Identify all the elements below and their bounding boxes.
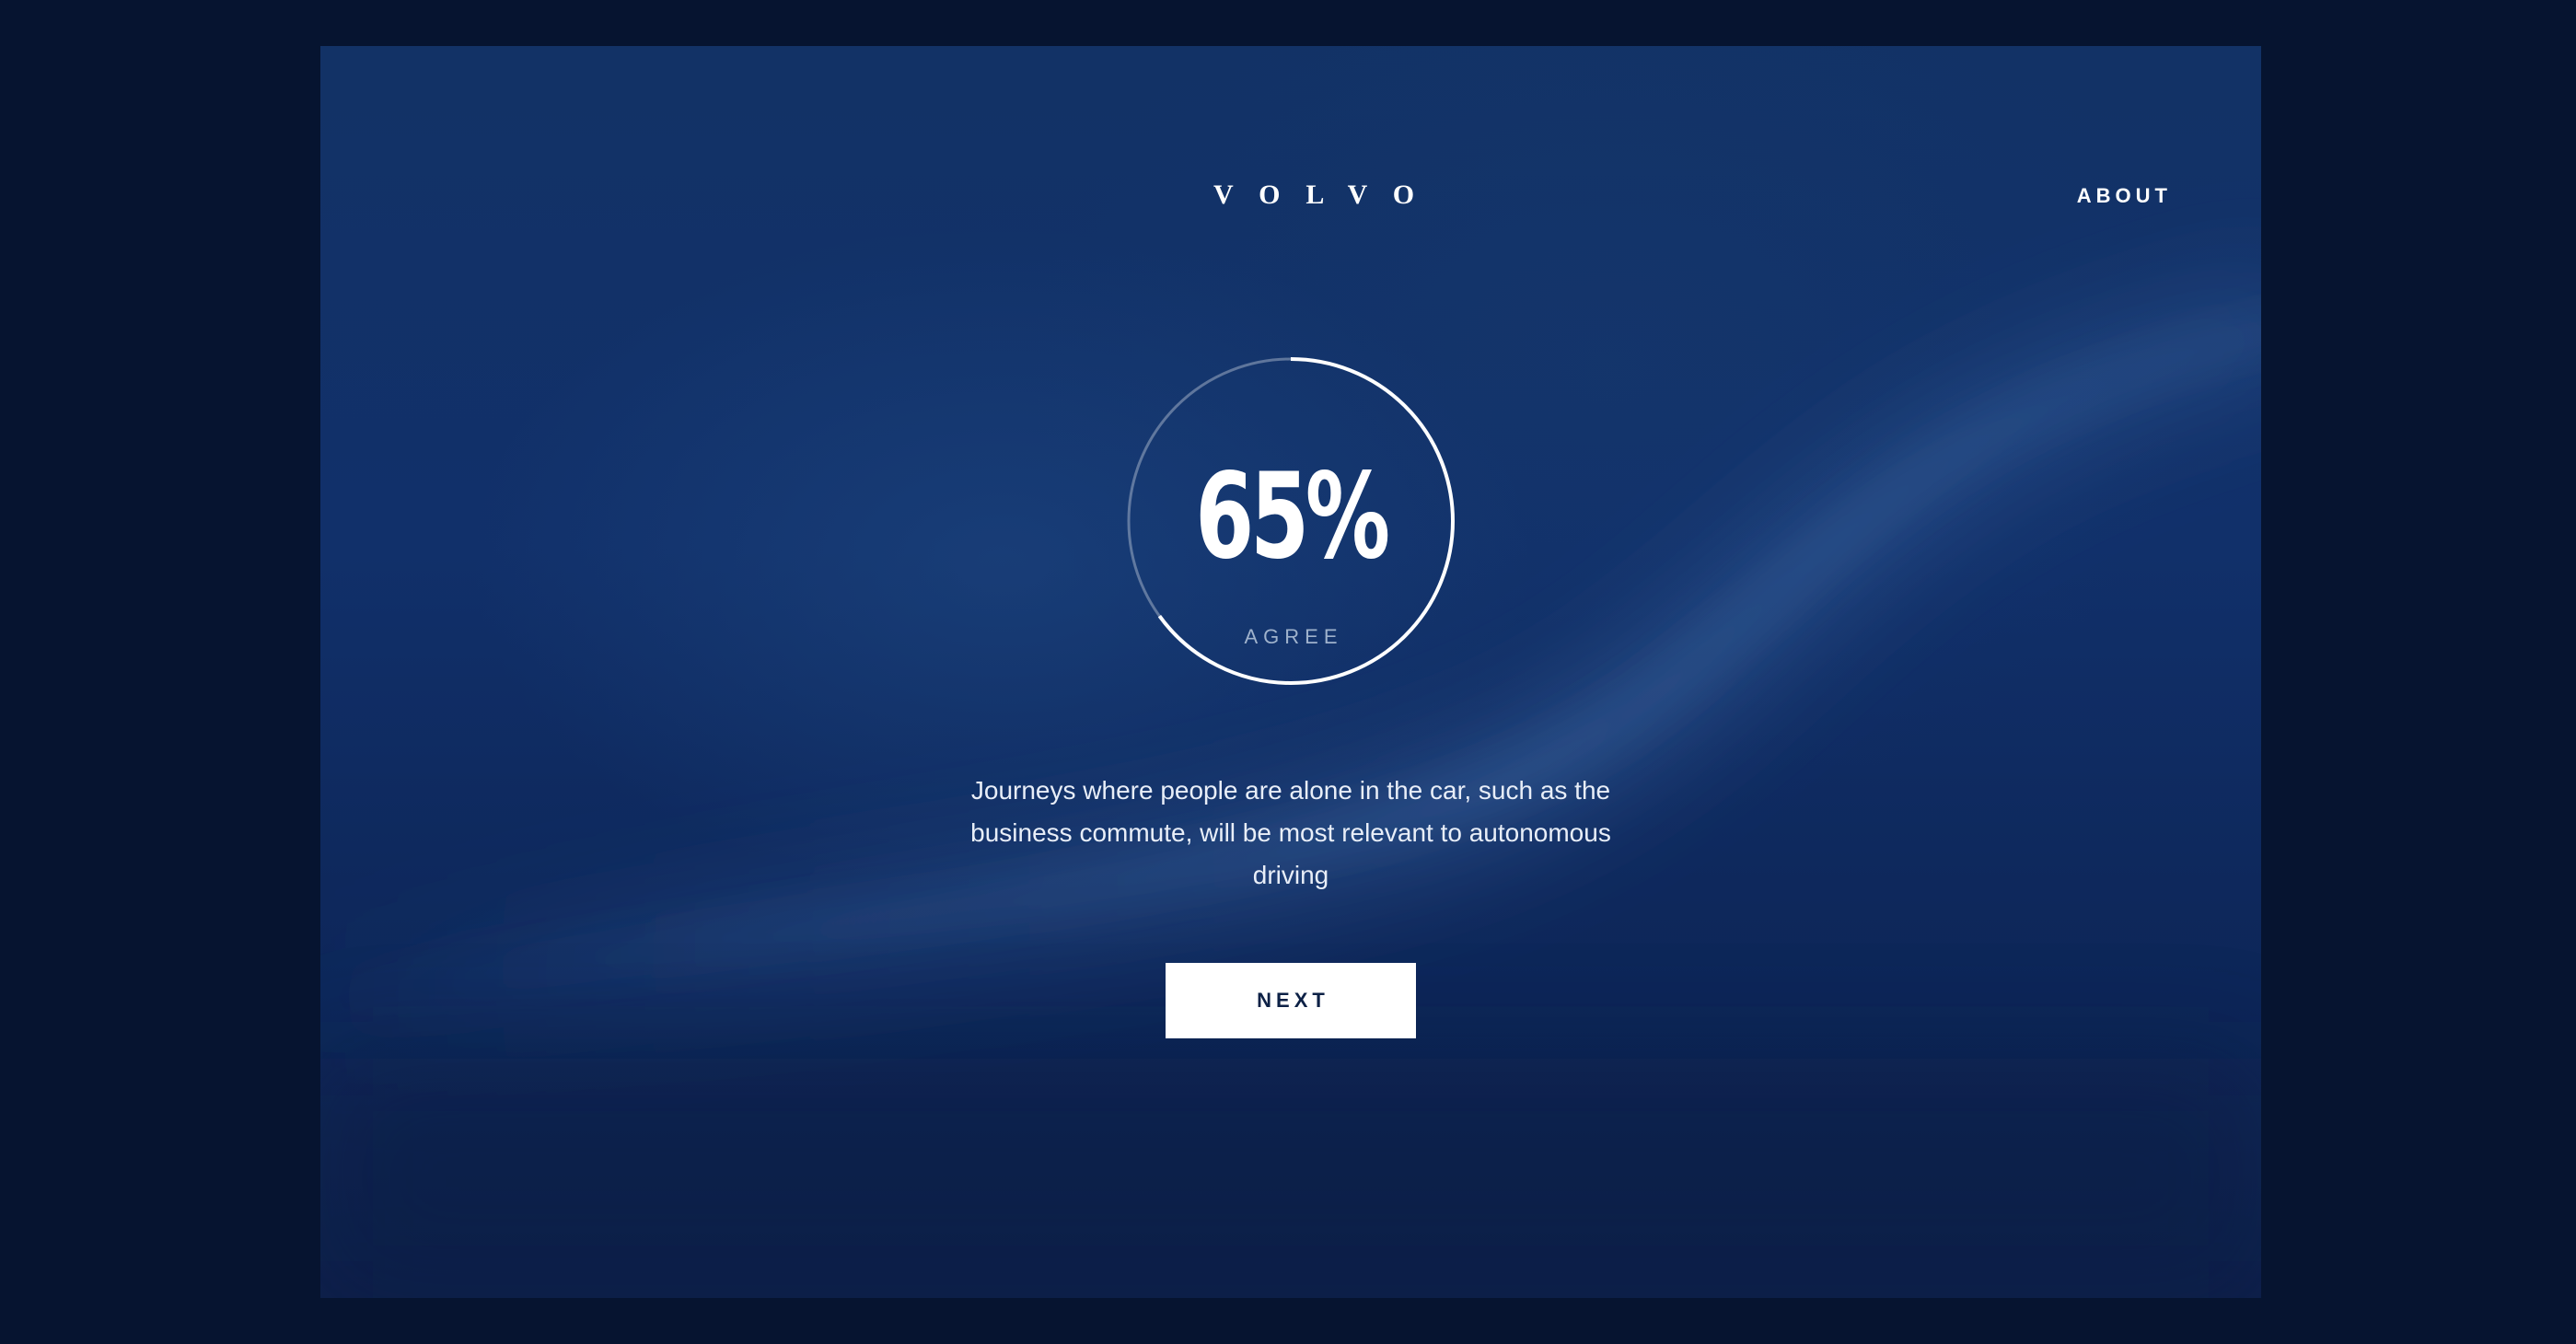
survey-statement: Journeys where people are alone in the c… bbox=[970, 776, 1611, 889]
percent-caption: AGREE bbox=[1244, 625, 1343, 648]
content-panel: VOLVO ABOUT 65% AGREE Journeys where peo… bbox=[320, 46, 2261, 1298]
percent-value: 65% bbox=[1195, 448, 1390, 585]
next-button[interactable]: NEXT bbox=[1166, 963, 1416, 1038]
volvo-logo[interactable]: VOLVO bbox=[1188, 177, 1414, 214]
about-link[interactable]: ABOUT bbox=[2077, 182, 2172, 210]
